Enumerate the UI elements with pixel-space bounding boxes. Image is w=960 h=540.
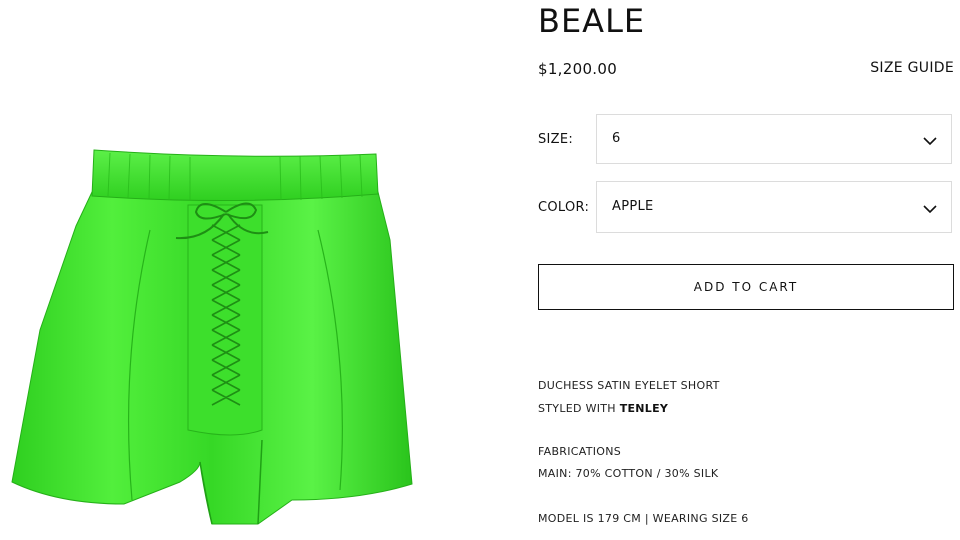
model-info: MODEL IS 179 CM | WEARING SIZE 6 [538, 512, 749, 525]
color-select-value: APPLE [612, 199, 654, 214]
size-guide-link[interactable]: SIZE GUIDE [870, 60, 954, 76]
product-price: $1,200.00 [538, 60, 618, 78]
product-image [0, 0, 500, 540]
fabrications-heading: FABRICATIONS [538, 445, 622, 458]
color-label: COLOR: [538, 200, 590, 215]
product-page: BEALE $1,200.00 SIZE GUIDE SIZE: 6 COLOR… [0, 0, 960, 540]
styled-with-prefix: STYLED WITH [538, 402, 616, 415]
chevron-down-icon [923, 201, 937, 220]
chevron-down-icon [923, 133, 937, 152]
size-select[interactable]: 6 [596, 114, 952, 164]
product-title: BEALE [538, 2, 646, 40]
size-select-value: 6 [612, 131, 621, 146]
fabrication-main: MAIN: 70% COTTON / 30% SILK [538, 467, 719, 480]
styled-with-item[interactable]: TENLEY [620, 402, 669, 415]
add-to-cart-button[interactable]: ADD TO CART [538, 264, 954, 310]
green-satin-shorts-image [11, 149, 413, 525]
styled-with: STYLED WITH TENLEY [538, 402, 668, 415]
color-select[interactable]: APPLE [596, 181, 952, 233]
size-label: SIZE: [538, 132, 574, 147]
product-description: DUCHESS SATIN EYELET SHORT [538, 379, 720, 392]
